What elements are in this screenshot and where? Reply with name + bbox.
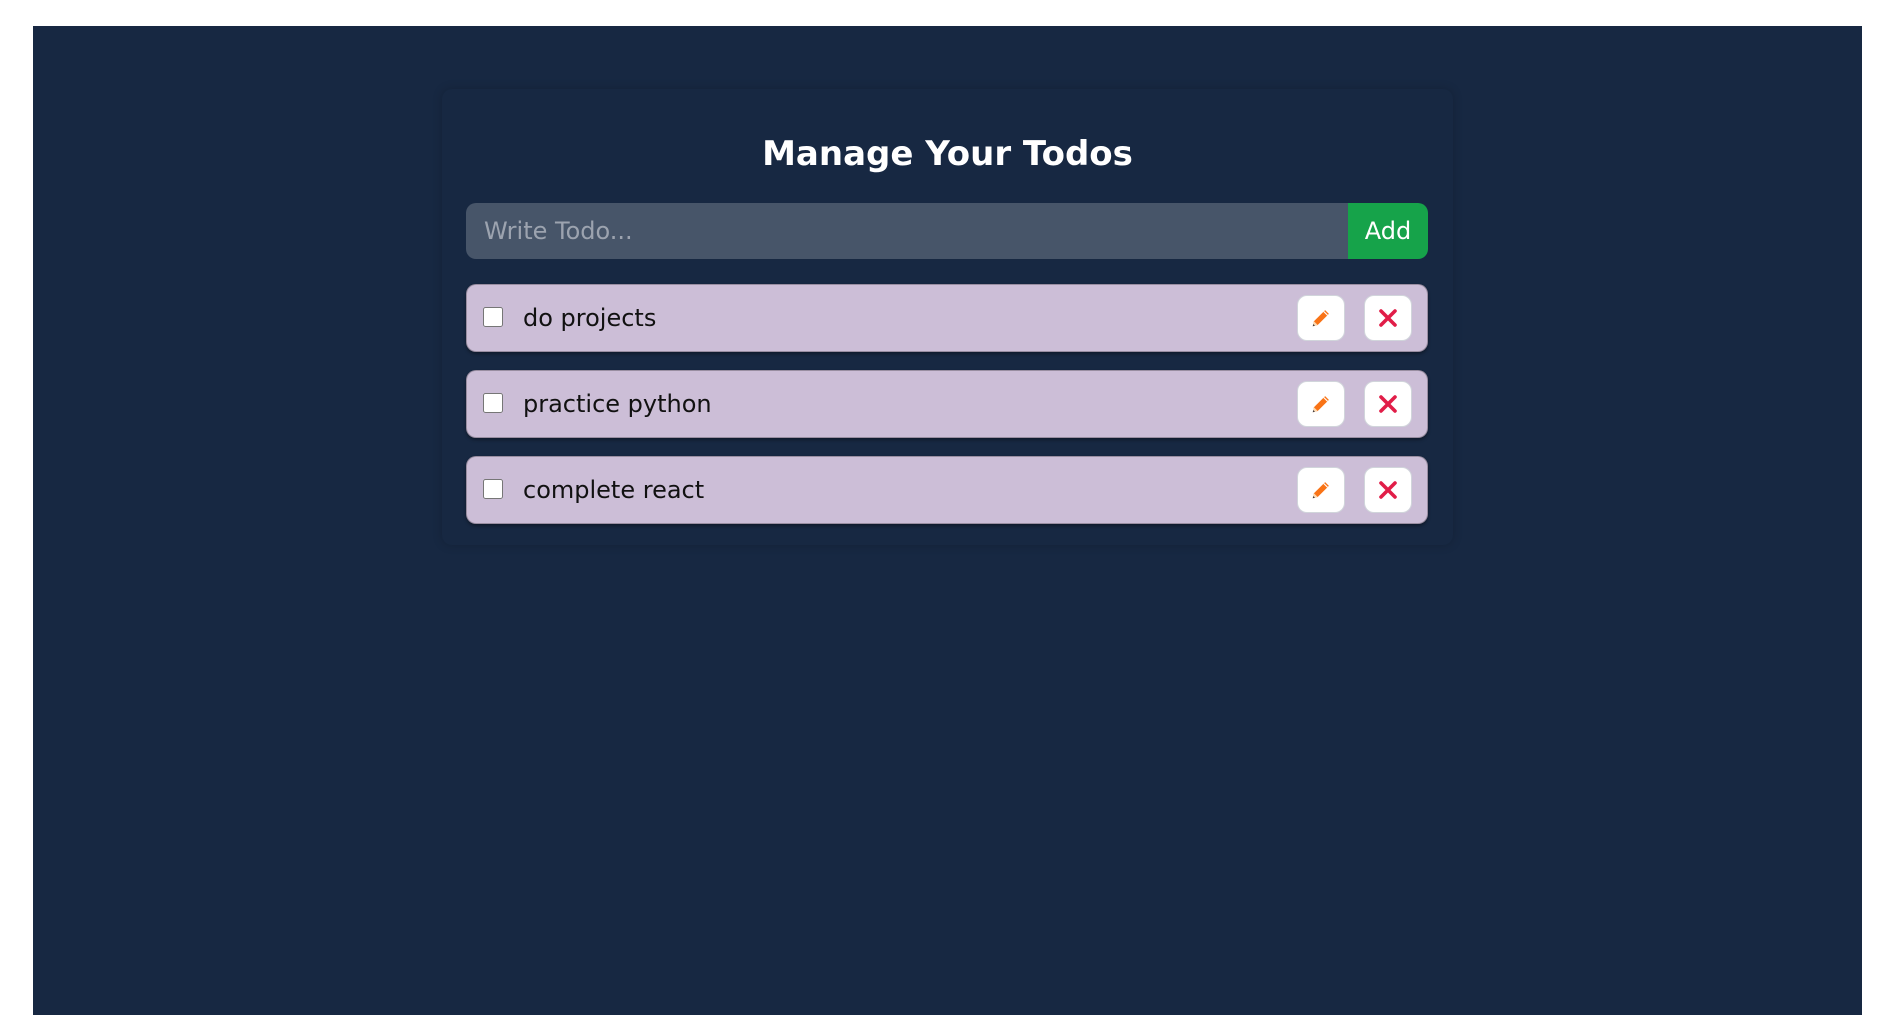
edit-button[interactable] [1297,295,1345,341]
delete-button[interactable] [1364,381,1412,427]
edit-button[interactable] [1297,467,1345,513]
app-viewport: Manage Your Todos Add do projects [33,26,1862,1015]
todo-checkbox[interactable] [483,307,503,327]
page-title: Manage Your Todos [762,134,1133,174]
todo-item: do projects [466,284,1428,352]
close-icon [1379,309,1397,327]
add-todo-form: Add [466,203,1428,259]
add-button[interactable]: Add [1348,203,1428,259]
todo-text: complete react [523,476,705,504]
pencil-icon [1312,396,1329,413]
edit-button[interactable] [1297,381,1345,427]
delete-button[interactable] [1364,295,1412,341]
close-icon [1379,395,1397,413]
todo-text: practice python [523,390,712,418]
todo-checkbox[interactable] [483,393,503,413]
todo-checkbox[interactable] [483,479,503,499]
pencil-icon [1312,482,1329,499]
todo-item: practice python [466,370,1428,438]
delete-button[interactable] [1364,467,1412,513]
pencil-icon [1312,310,1329,327]
close-icon [1379,481,1397,499]
todo-input[interactable] [466,203,1348,259]
todo-list: do projects practice python complete rea… [466,284,1428,542]
todo-text: do projects [523,304,657,332]
todo-item: complete react [466,456,1428,524]
todo-panel: Manage Your Todos Add do projects [442,89,1453,545]
